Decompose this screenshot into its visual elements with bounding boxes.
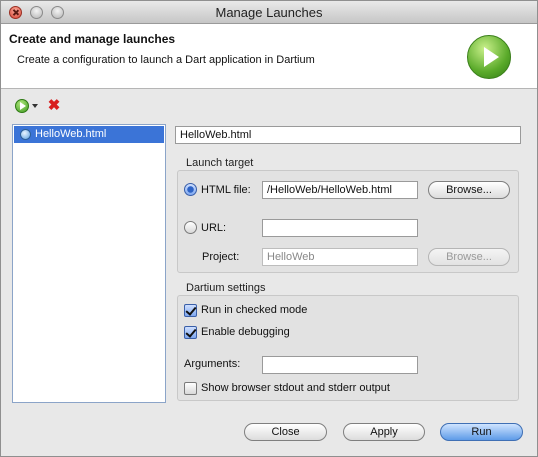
url-label: URL: [201, 222, 227, 234]
project-label: Project: [202, 251, 240, 263]
html-file-input[interactable]: /HelloWeb/HelloWeb.html [262, 181, 418, 199]
run-icon[interactable] [15, 99, 29, 113]
checked-mode-label: Run in checked mode [201, 304, 308, 316]
apply-button[interactable]: Apply [343, 423, 425, 441]
launch-list-item-label: HelloWeb.html [35, 128, 107, 140]
dartium-settings-heading: Dartium settings [186, 282, 266, 294]
close-button[interactable]: Close [244, 423, 327, 441]
title-bar[interactable]: Manage Launches [1, 1, 537, 24]
enable-debugging-label: Enable debugging [201, 326, 290, 338]
run-icon [467, 35, 511, 79]
run-button[interactable]: Run [440, 423, 523, 441]
html-file-radio[interactable] [184, 183, 197, 196]
project-input: HelloWeb [262, 248, 418, 266]
manage-launches-window: Manage Launches Create and manage launch… [0, 0, 538, 457]
launch-target-heading: Launch target [186, 157, 254, 169]
arguments-input[interactable] [262, 356, 418, 374]
launch-list[interactable]: HelloWeb.html [12, 124, 166, 403]
browse-project-button: Browse... [428, 248, 510, 266]
arguments-label: Arguments: [184, 358, 241, 370]
url-input[interactable] [262, 219, 418, 237]
stdout-label: Show browser stdout and stderr output [201, 382, 390, 394]
enable-debugging-checkbox[interactable] [184, 326, 197, 339]
launch-name-input[interactable]: HelloWeb.html [175, 126, 521, 144]
dart-file-icon [20, 129, 31, 140]
url-radio[interactable] [184, 221, 197, 234]
header-subtitle: Create a configuration to launch a Dart … [17, 54, 315, 66]
delete-icon[interactable]: ✖ [47, 98, 61, 113]
browse-html-file-button[interactable]: Browse... [428, 181, 510, 199]
header-title: Create and manage launches [9, 32, 176, 46]
checked-mode-checkbox[interactable] [184, 304, 197, 317]
launch-list-item[interactable]: HelloWeb.html [14, 126, 164, 143]
window-title: Manage Launches [215, 5, 323, 20]
html-file-label: HTML file: [201, 184, 251, 196]
chevron-down-icon[interactable] [32, 104, 38, 108]
stdout-checkbox[interactable] [184, 382, 197, 395]
dialog-header: Create and manage launches Create a conf… [1, 24, 537, 89]
